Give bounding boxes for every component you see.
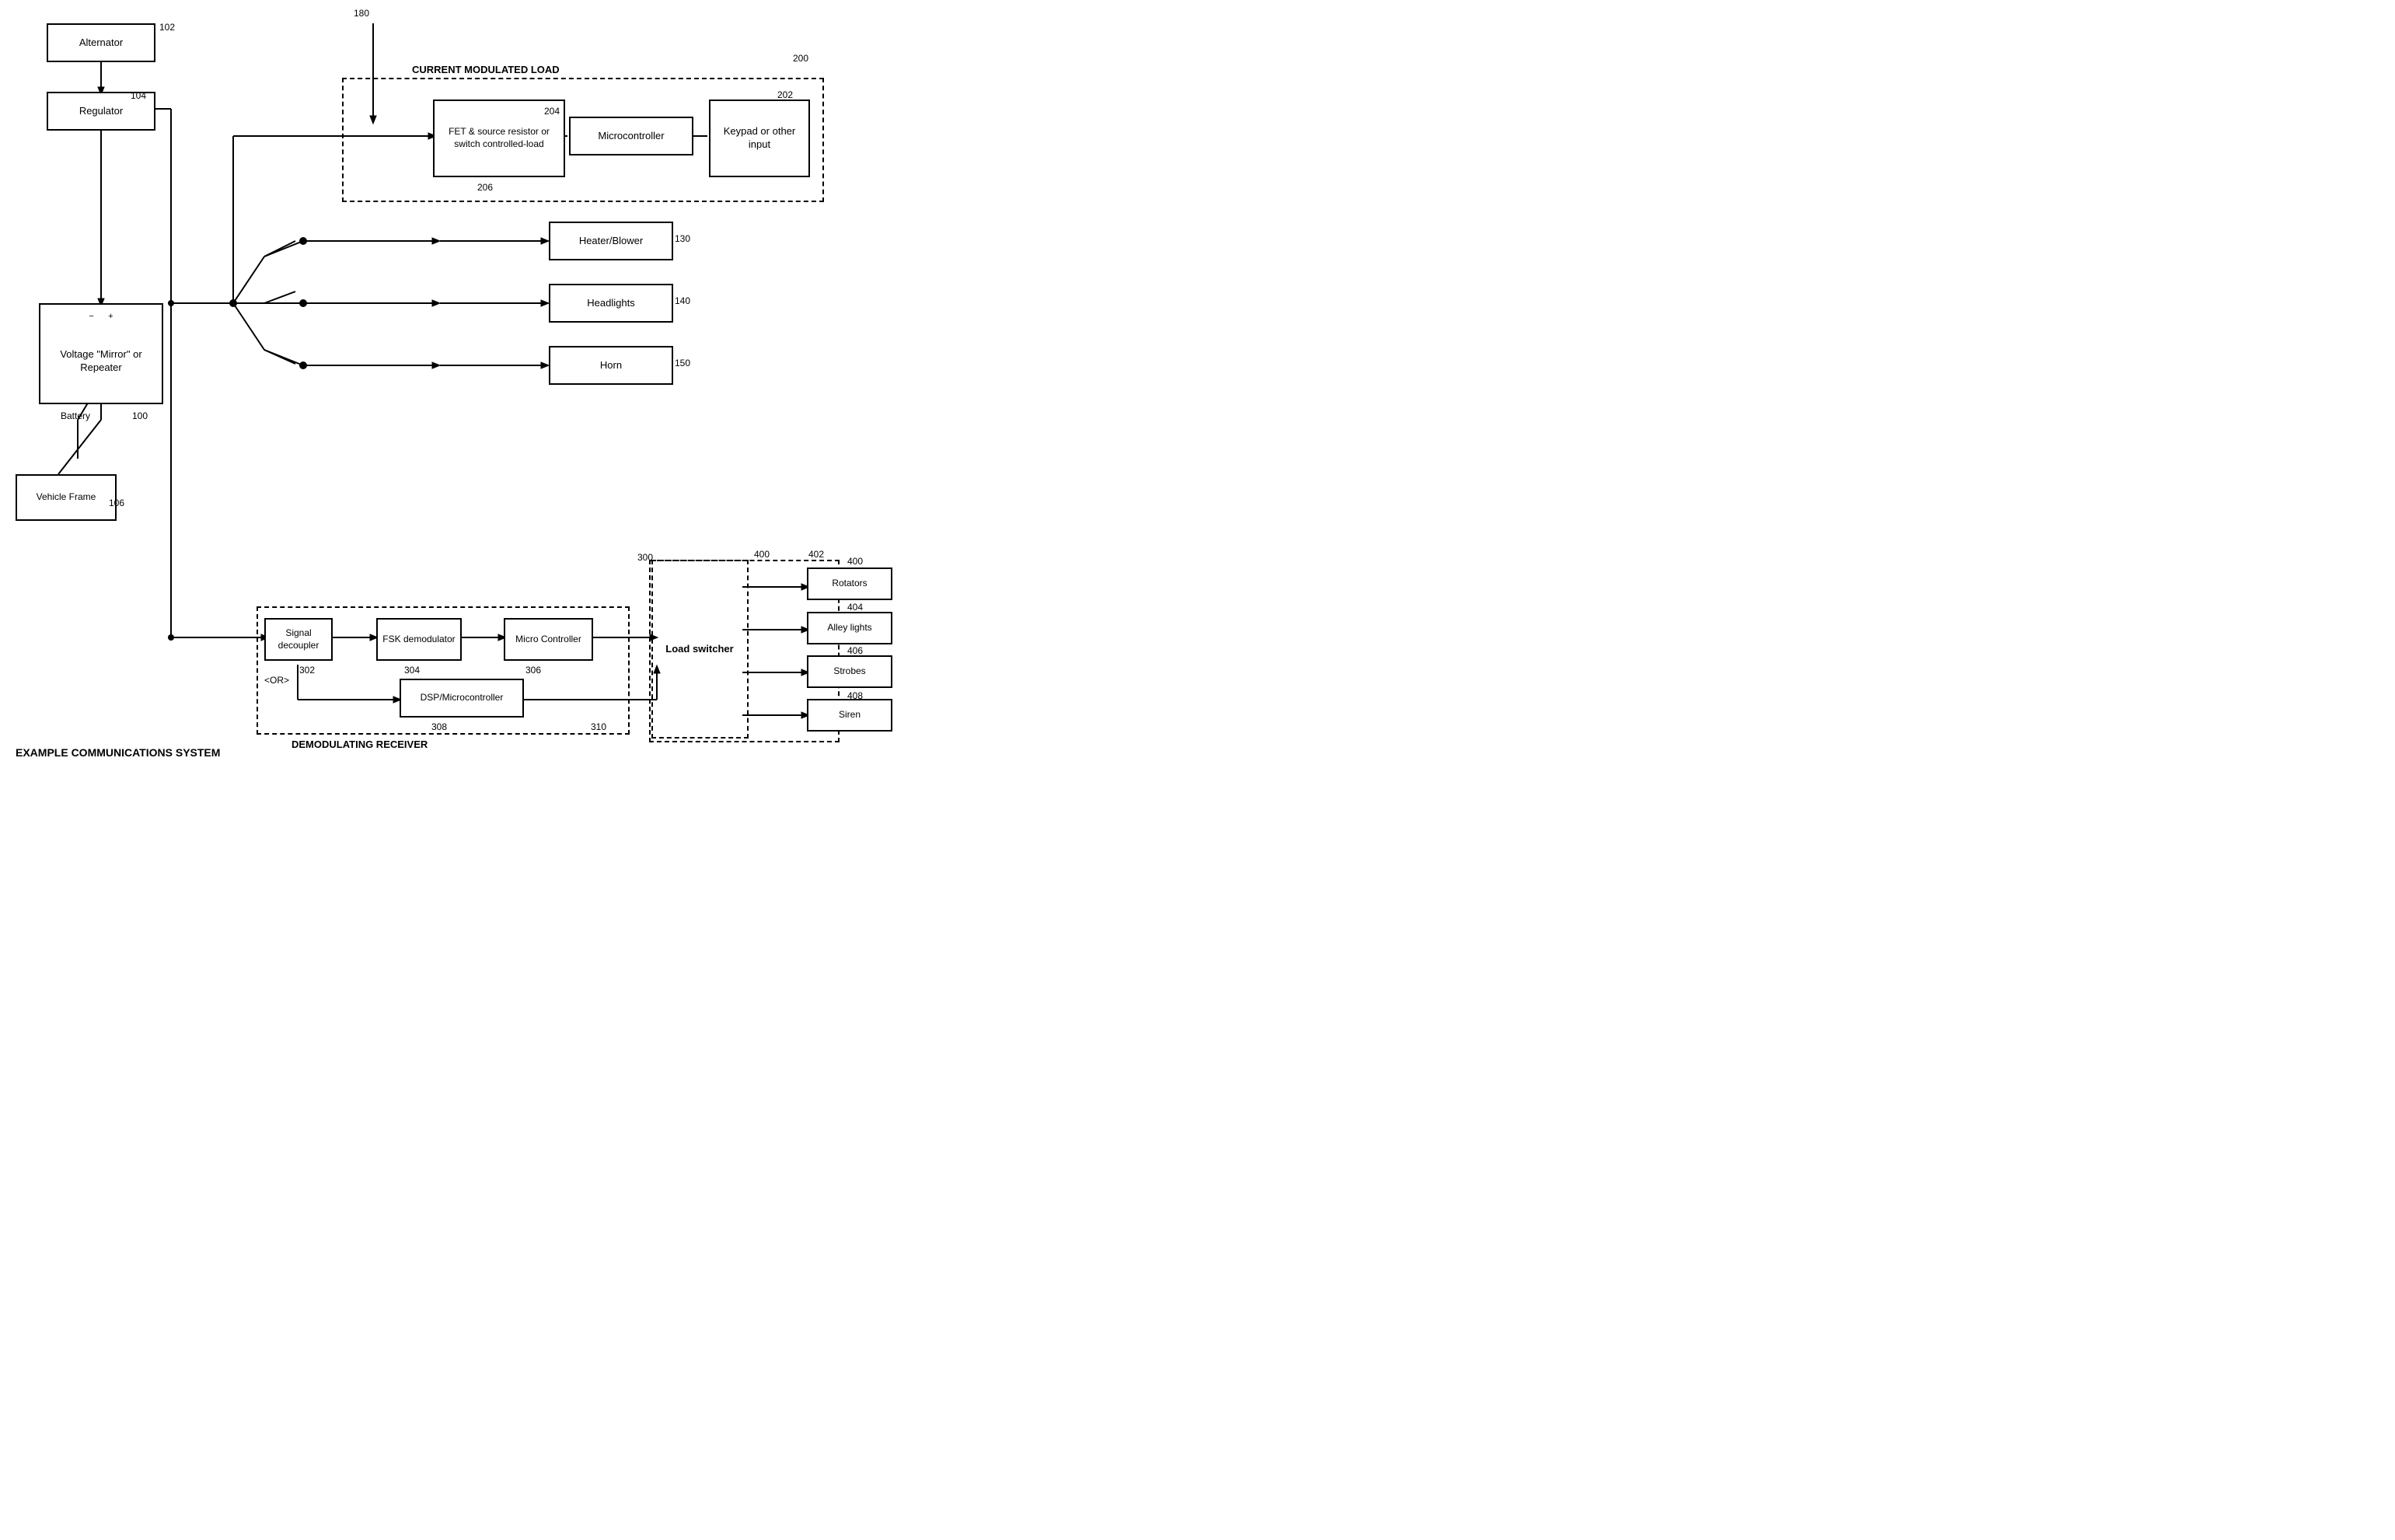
fet-ref: 206 bbox=[477, 182, 493, 193]
siren-ref: 408 bbox=[847, 690, 863, 701]
demodulating-receiver-label: DEMODULATING RECEIVER bbox=[292, 739, 428, 750]
strobes-ref: 406 bbox=[847, 645, 863, 656]
headlights-box: Headlights bbox=[549, 284, 673, 323]
rotators-box: Rotators bbox=[807, 567, 892, 600]
vehicle-frame-box: Vehicle Frame bbox=[16, 474, 117, 521]
horn-box: Horn bbox=[549, 346, 673, 385]
horn-ref: 150 bbox=[675, 358, 690, 368]
rotators-ref: 400 bbox=[847, 556, 863, 567]
ref-400: 400 bbox=[754, 549, 770, 560]
example-communications-label: EXAMPLE COMMUNICATIONS SYSTEM bbox=[16, 746, 220, 759]
current-modulated-load-label: CURRENT MODULATED LOAD bbox=[412, 64, 560, 75]
signal-decoupler-ref: 302 bbox=[299, 665, 315, 676]
headlights-ref: 140 bbox=[675, 295, 690, 306]
ref-180: 180 bbox=[354, 8, 369, 19]
keypad-box: Keypad or other input bbox=[709, 100, 810, 177]
ref-402: 402 bbox=[808, 549, 824, 560]
fsk-demodulator-ref: 304 bbox=[404, 665, 420, 676]
strobes-box: Strobes bbox=[807, 655, 892, 688]
alternator-box: Alternator bbox=[47, 23, 155, 62]
battery-ref: 100 bbox=[132, 410, 148, 421]
ref-310: 310 bbox=[591, 721, 606, 732]
alley-lights-ref: 404 bbox=[847, 602, 863, 613]
heater-blower-box: Heater/Blower bbox=[549, 222, 673, 260]
diagram: Alternator 102 Regulator 104 − + Voltage… bbox=[0, 0, 1197, 770]
signal-decoupler-box: Signal decoupler bbox=[264, 618, 333, 661]
fsk-demodulator-box: FSK demodulator bbox=[376, 618, 462, 661]
or-label: <OR> bbox=[264, 675, 289, 686]
keypad-ref: 202 bbox=[777, 89, 793, 100]
microcontroller-top-ref: 204 bbox=[544, 106, 560, 117]
alternator-ref: 102 bbox=[159, 22, 175, 33]
ref-200: 200 bbox=[793, 53, 808, 64]
alley-lights-box: Alley lights bbox=[807, 612, 892, 644]
regulator-ref: 104 bbox=[131, 90, 146, 101]
dsp-microcontroller-box: DSP/Microcontroller bbox=[400, 679, 524, 718]
microcontroller-top-box: Microcontroller bbox=[569, 117, 693, 155]
heater-blower-ref: 130 bbox=[675, 233, 690, 244]
vehicle-frame-ref: 106 bbox=[109, 498, 124, 508]
battery-box: − + Voltage "Mirror" or Repeater bbox=[39, 303, 163, 404]
dsp-ref: 308 bbox=[431, 721, 447, 732]
micro-controller-box: Micro Controller bbox=[504, 618, 593, 661]
micro-controller-ref: 306 bbox=[525, 665, 541, 676]
battery-sublabel: Battery bbox=[61, 410, 90, 421]
siren-box: Siren bbox=[807, 699, 892, 732]
